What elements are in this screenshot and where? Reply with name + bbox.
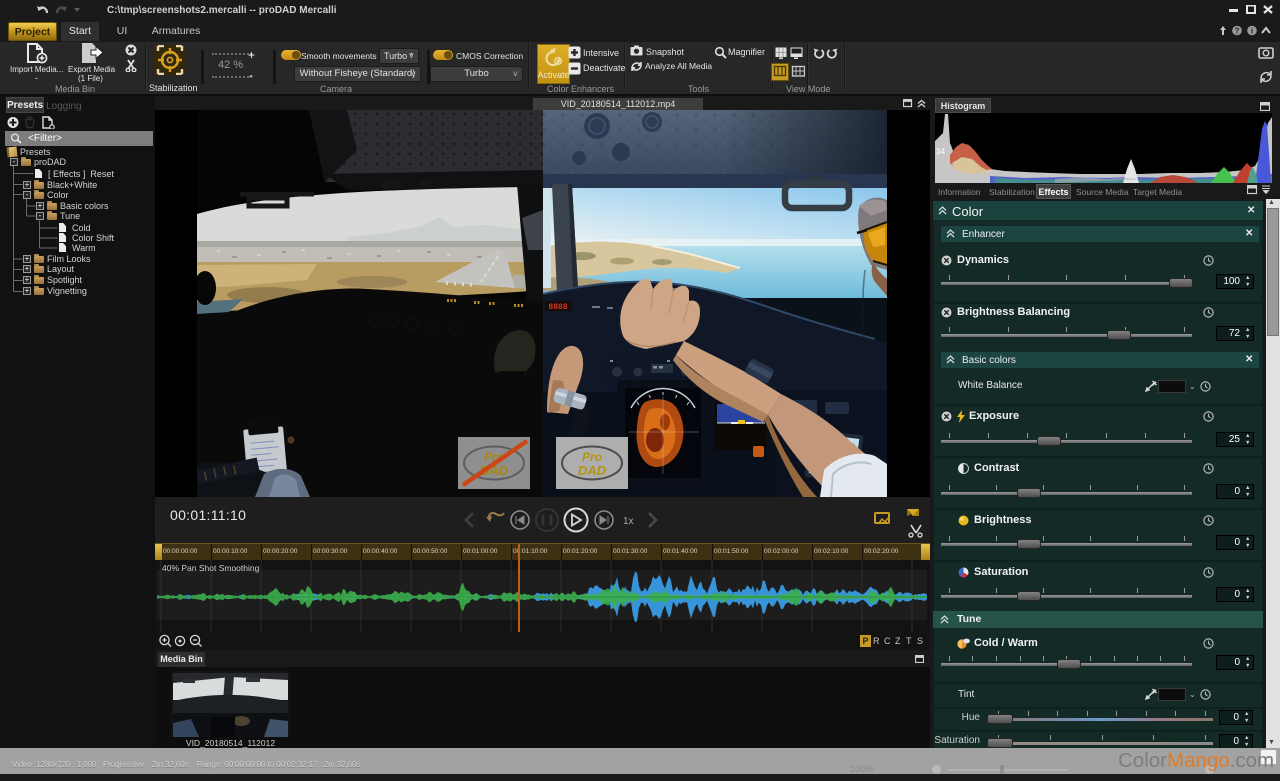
svg-text:1x: 1x	[623, 516, 634, 527]
svg-text:Pro: Pro	[582, 450, 602, 464]
svg-text:?: ?	[1235, 27, 1240, 36]
svg-text:8888: 8888	[548, 303, 567, 312]
svg-text:i: i	[1251, 27, 1253, 36]
svg-text:34: 34	[936, 147, 945, 156]
svg-text:DAD: DAD	[578, 463, 607, 478]
svg-text:Activate: Activate	[538, 70, 569, 80]
